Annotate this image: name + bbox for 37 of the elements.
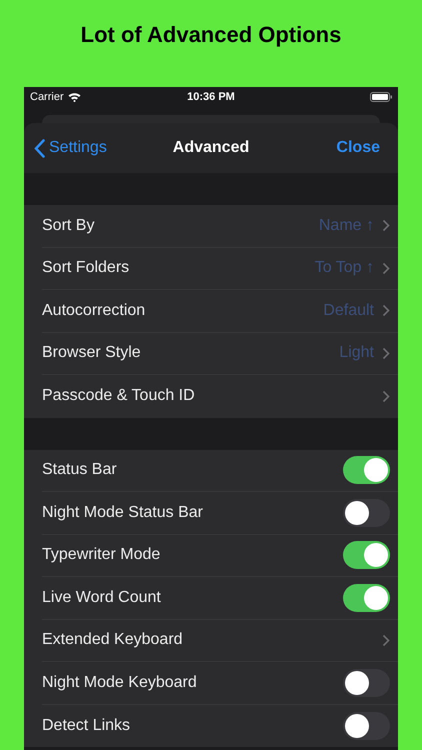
toggle-switch[interactable]	[343, 668, 390, 697]
row-label: Live Word Count	[42, 588, 161, 608]
row-value: Light	[339, 343, 374, 364]
row-label: Extended Keyboard	[42, 630, 183, 650]
chevron-icon	[382, 634, 390, 647]
headline: Lot of Advanced Options	[80, 21, 342, 49]
toggle-switch[interactable]	[343, 712, 390, 740]
toggle-switch[interactable]	[343, 541, 390, 570]
row-value: Name ↑	[318, 216, 374, 236]
toggle-switch[interactable]	[343, 584, 390, 612]
row-value: To Top ↑	[314, 258, 374, 278]
row-value: Default	[323, 300, 374, 321]
row-label: Status Bar	[42, 460, 117, 480]
toggle-switch[interactable]	[343, 498, 390, 527]
back-chevron-icon	[34, 138, 45, 158]
chevron-icon	[382, 304, 390, 318]
row-label: Typewriter Mode	[42, 545, 160, 566]
row-label: Sort By	[42, 216, 94, 236]
chevron-icon	[382, 219, 390, 232]
back-button[interactable]: Settings	[34, 136, 134, 160]
row-label: Sort Folders	[42, 258, 130, 278]
row-label: Night Mode Status Bar	[42, 502, 203, 523]
row-label: Detect Links	[42, 716, 130, 736]
clock-time: 10:36 PM	[187, 90, 235, 105]
chevron-icon	[382, 346, 390, 360]
wifi-icon	[68, 92, 81, 102]
chevron-icon	[382, 390, 390, 403]
navigation-title: Advanced	[172, 138, 250, 158]
row-label: Autocorrection	[42, 300, 146, 321]
row-label: Night Mode Keyboard	[42, 672, 197, 693]
chevron-icon	[382, 262, 390, 275]
toggle-switch[interactable]	[343, 456, 390, 484]
battery-icon	[370, 92, 392, 102]
close-button[interactable]: Close	[336, 136, 388, 160]
row-label: Passcode & Touch ID	[42, 386, 195, 406]
carrier-label: Carrier	[30, 90, 64, 105]
row-label: Browser Style	[42, 343, 141, 364]
